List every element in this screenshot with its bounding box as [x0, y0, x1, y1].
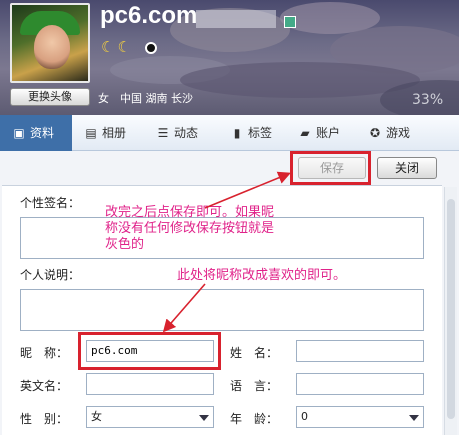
age-label: 年 龄：: [230, 412, 279, 426]
tab-tags[interactable]: ▮ 标签: [230, 115, 290, 151]
save-annotation-line: 改完之后点保存即可。如果昵: [105, 205, 275, 220]
language-field[interactable]: [296, 373, 424, 395]
close-button[interactable]: 关闭: [377, 157, 437, 179]
gender-label: 性 别：: [20, 412, 69, 426]
tab-profile[interactable]: ▣ 资料: [0, 115, 72, 151]
nickname-annotation: 此处将昵称改成喜欢的即可。: [177, 268, 347, 283]
tab-label: 标签: [248, 126, 273, 140]
avatar-face: [34, 25, 70, 69]
gender-select[interactable]: 女: [86, 406, 214, 428]
name-label: 姓 名：: [230, 346, 279, 360]
gender-select-value: 女: [91, 410, 102, 423]
chevron-down-icon: [199, 415, 209, 421]
bookmark-icon: ▮: [233, 126, 241, 140]
tab-feed[interactable]: ☰ 动态: [156, 115, 216, 151]
english-name-label: 英文名：: [20, 379, 69, 393]
tab-label: 相册: [102, 126, 127, 140]
description-field[interactable]: [20, 289, 424, 331]
profile-header: pc6.com ☾☾ 更换头像 女 中国 湖南 长沙 33%: [0, 0, 459, 115]
nickname-label: 昵 称：: [20, 346, 69, 360]
tab-label: 游戏: [386, 126, 411, 140]
level-moons-icon: ☾☾: [101, 38, 134, 56]
edit-name-icon[interactable]: [284, 16, 296, 28]
save-highlight-box: [290, 151, 371, 185]
penguin-icon: [145, 42, 157, 54]
blurred-name: [196, 10, 276, 28]
game-icon: ✪: [369, 126, 381, 140]
chevron-down-icon: [409, 415, 419, 421]
age-select[interactable]: 0: [296, 406, 424, 428]
avatar[interactable]: [10, 3, 90, 83]
name-field[interactable]: [296, 340, 424, 362]
wallet-icon: ▰: [300, 126, 310, 140]
username: pc6.com: [100, 2, 198, 29]
save-annotation: 改完之后点保存即可。如果昵 称没有任何修改保存按钮就是 灰色的: [105, 205, 274, 253]
save-annotation-line: 灰色的: [105, 237, 145, 252]
change-avatar-button[interactable]: 更换头像: [10, 88, 90, 106]
tab-album[interactable]: ▤ 相册: [84, 115, 144, 151]
profile-location: 中国 湖南 长沙: [120, 92, 193, 105]
profile-card-icon: ▣: [13, 126, 25, 140]
tab-label: 账户: [316, 126, 341, 140]
nickname-highlight-box: [78, 332, 221, 370]
profile-gender: 女: [98, 92, 109, 105]
photo-album-icon: ▤: [85, 126, 97, 140]
language-label: 语 言：: [230, 379, 279, 393]
feed-icon: ☰: [157, 126, 169, 140]
save-annotation-line: 称没有任何修改保存按钮就是: [105, 221, 275, 236]
description-label: 个人说明：: [20, 268, 81, 282]
profile-completion: 33%: [412, 92, 444, 108]
scrollbar[interactable]: [444, 187, 457, 435]
english-name-field[interactable]: [86, 373, 214, 395]
signature-label: 个性签名：: [20, 196, 81, 210]
scrollbar-thumb[interactable]: [447, 199, 455, 419]
tab-account[interactable]: ▰ 账户: [298, 115, 358, 151]
tab-bar: ▣ 资料 ▤ 相册 ☰ 动态 ▮ 标签 ▰ 账户 ✪ 游戏: [0, 115, 459, 151]
tab-games[interactable]: ✪ 游戏: [368, 115, 428, 151]
tab-label: 资料: [30, 126, 55, 140]
tab-label: 动态: [174, 126, 199, 140]
age-select-value: 0: [301, 410, 308, 423]
